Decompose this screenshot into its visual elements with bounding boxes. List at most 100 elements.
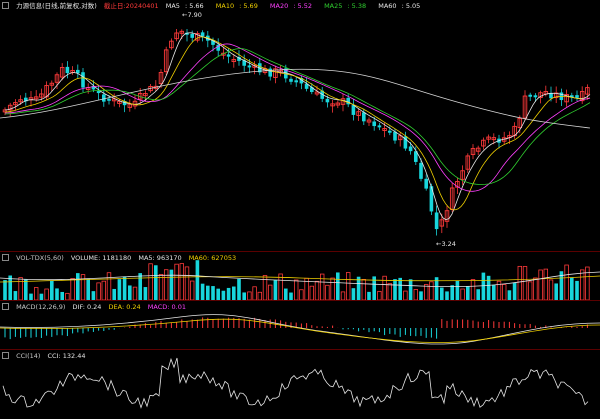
candle-body <box>388 130 392 133</box>
volume-bar <box>517 265 522 300</box>
candle-body <box>549 93 553 99</box>
volume-bar <box>112 288 116 300</box>
volume-bar <box>481 272 486 300</box>
volume-bar <box>278 273 283 300</box>
volume-bar <box>423 284 429 300</box>
volume-bar <box>13 291 18 300</box>
volume-bar <box>293 279 299 300</box>
volume-bar <box>492 284 496 300</box>
volume-bar <box>50 280 54 300</box>
volume-bar <box>86 278 90 300</box>
candle-body <box>372 121 376 127</box>
volume-bar <box>507 290 512 300</box>
volume-bar <box>580 269 585 300</box>
vol-volume: VOLUME: 1181180 <box>70 254 132 262</box>
volume-bar <box>242 292 246 300</box>
volume-bar <box>403 290 408 300</box>
panel-toggle-icon[interactable] <box>2 303 9 310</box>
volume-bar <box>273 280 278 300</box>
volume-bar <box>117 279 122 300</box>
volume-bar <box>554 283 558 300</box>
volume-bar <box>148 263 153 300</box>
candle-body <box>351 105 356 115</box>
volume-bar <box>284 288 288 300</box>
dif-line <box>0 314 600 345</box>
volume-bar <box>450 285 454 300</box>
price-panel[interactable]: 力源信息(日线,前复权,对数) 截止日:20240401 MA5: 5.66 M… <box>0 0 600 250</box>
candle-body <box>65 66 70 74</box>
volume-bar <box>367 291 371 300</box>
volume-bar <box>3 280 7 300</box>
volume-bar <box>419 291 423 300</box>
volume-bar <box>247 291 252 300</box>
macd-dea: DEA: 0.24 <box>108 303 141 311</box>
ma20-readout: MA20: 5.52 <box>269 2 312 10</box>
volume-bar <box>398 277 402 300</box>
volume-bar <box>96 282 101 300</box>
volume-bar <box>345 272 351 300</box>
volume-bar <box>18 277 23 300</box>
panel-toggle-icon[interactable] <box>2 254 9 261</box>
candle-body <box>362 112 366 122</box>
vol-ma5: MA5: 963170 <box>138 254 182 262</box>
volume-bar <box>257 291 262 300</box>
date-marker: 截止日:20240401 <box>103 2 159 10</box>
macd-panel[interactable]: MACD(12,26,9) DIF: 0.24 DEA: 0.24 MACD: … <box>0 300 600 349</box>
volume-bar <box>138 273 142 300</box>
volume-bar <box>200 283 205 300</box>
cci-header: CCI(14) CCI: 132.44 <box>2 350 91 362</box>
volume-bar <box>466 286 470 300</box>
volume-bar <box>528 281 533 300</box>
candle-body <box>434 212 439 230</box>
price-header: 力源信息(日线,前复权,对数) 截止日:20240401 MA5: 5.66 M… <box>2 0 430 12</box>
volume-bar <box>44 288 49 300</box>
candle-body <box>247 65 252 68</box>
volume-bar <box>393 279 397 300</box>
volume-bar <box>501 284 507 300</box>
macd-header: MACD(12,26,9) DIF: 0.24 DEA: 0.24 MACD: … <box>2 301 191 313</box>
candle-body <box>325 98 330 103</box>
volume-bar <box>476 289 480 300</box>
volume-bar <box>132 286 138 300</box>
candlestick-chart[interactable] <box>0 0 600 250</box>
ma5-readout: MA5: 5.66 <box>165 2 204 10</box>
cci-panel[interactable]: CCI(14) CCI: 132.44 <box>0 349 600 419</box>
volume-bar <box>309 285 314 300</box>
candle-body <box>102 94 106 102</box>
candle-body <box>107 98 111 101</box>
volume-bar <box>237 278 241 300</box>
panel-toggle-icon[interactable] <box>2 352 9 359</box>
volume-bar <box>267 284 273 300</box>
ma10-line <box>4 36 591 211</box>
ma25-readout: MA25: 5.38 <box>324 2 367 10</box>
candle-body <box>226 54 231 57</box>
volume-bar <box>570 277 574 300</box>
stock-title: 力源信息(日线,前复权,对数) <box>16 2 97 10</box>
candle-body <box>393 131 397 141</box>
volume-bar <box>548 279 554 300</box>
volume-bar <box>174 263 179 300</box>
volume-bar <box>91 291 96 300</box>
candle-body <box>200 32 205 37</box>
volume-bar <box>361 278 366 300</box>
volume-bar <box>128 285 132 300</box>
panel-toggle-icon[interactable] <box>2 2 9 9</box>
volume-bar <box>211 286 215 300</box>
volume-bar <box>106 272 112 300</box>
macd-title: MACD(12,26,9) <box>16 303 66 311</box>
volume-bar <box>158 274 164 300</box>
volume-bar <box>232 286 236 300</box>
vol-ma60: MA60: 627053 <box>188 254 237 262</box>
ma10-readout: MA10: 5.69 <box>215 2 258 10</box>
volume-bar <box>585 266 590 300</box>
volume-bar <box>34 287 39 300</box>
candle-body <box>96 91 101 94</box>
volume-bar <box>325 284 330 300</box>
volume-bar <box>543 268 548 300</box>
vol-title: VOL-TDX(5,60) <box>16 254 64 262</box>
volume-bar <box>533 277 538 300</box>
cci-value: CCI: 132.44 <box>47 352 86 360</box>
macd-value: MACD: 0.01 <box>147 303 186 311</box>
macd-dif: DIF: 0.24 <box>72 303 102 311</box>
volume-panel[interactable]: VOL-TDX(5,60) VOLUME: 1181180 MA5: 96317… <box>0 251 600 300</box>
